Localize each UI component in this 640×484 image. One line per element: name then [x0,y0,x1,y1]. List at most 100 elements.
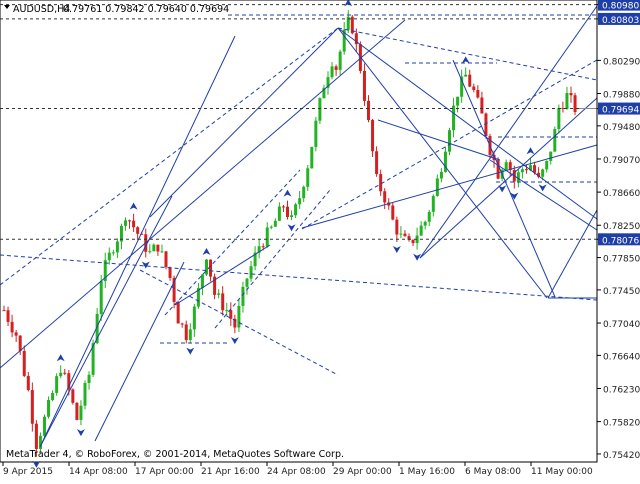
candle-body [128,220,132,222]
candle-body [545,160,549,170]
candle-body [541,169,545,177]
candle-body [573,95,577,113]
candle-body [330,66,334,78]
candle-body [132,220,136,228]
candle-body [43,416,46,436]
candle-body [63,372,67,374]
candle-body [452,105,456,131]
candle-body [427,211,431,222]
time-tick-label: 29 Apr 00:00 [333,467,392,477]
candle [318,97,322,124]
candle [205,259,208,276]
chart-symbol: AUDUSD,H4 [13,4,70,15]
price-tick-label: 0.77850 [603,255,640,265]
candle-body [249,266,253,279]
candle-body [168,267,172,278]
candle-body [569,93,573,96]
candle-body [516,172,520,182]
chart-ohlc: 0.79761 0.79842 0.79640 0.79694 [63,4,229,15]
candle-body [298,198,302,205]
candle-body [261,246,265,248]
candle-body [362,70,366,101]
candle-body [124,220,127,226]
candle-body [549,151,553,161]
candle-body [34,423,38,449]
candle-body [468,74,472,87]
candle-body [371,120,375,152]
price-chart: 0.80980 0.80803 0.80290 0.79880 0.79694 0.794… [0,0,640,480]
candle-body [403,233,407,237]
candle [310,146,314,169]
candle-body [286,206,289,218]
candle-body [265,227,269,247]
price-tick-label: 0.76640 [603,352,640,362]
candle [164,250,168,270]
time-tick-label: 17 Apr 00:00 [135,467,194,477]
candle-body [302,186,306,199]
candle-body [99,281,103,314]
candle-body [290,215,294,218]
candle [71,388,75,405]
candle-body [160,251,164,253]
candle-body [51,392,55,401]
candle-body [225,310,229,312]
candle-body [180,323,184,325]
candle-body [22,350,26,376]
candle-body [192,306,196,330]
time-tick-label: 9 Apr 2015 [3,467,53,477]
candle-body [107,252,111,261]
candle-body [164,251,168,268]
candle [314,117,318,152]
candle-body [184,324,188,341]
candle-body [504,162,508,170]
candle-body [75,402,79,420]
candle-body [217,293,221,295]
price-tick-label: 0.79880 [603,91,640,101]
price-tick-label: 0.75420 [603,451,640,461]
candle [43,414,46,438]
candle-body [59,372,63,377]
chart-header: AUDUSD,H4 0.79761 0.79842 0.79640 0.7969… [4,4,229,15]
candle-body [464,74,468,77]
time-tick-label: 11 May 00:00 [531,467,593,477]
candle-body [419,225,423,236]
candle-body [423,221,427,226]
candle-body [71,389,75,403]
candle-body [472,86,476,91]
candle [448,127,451,156]
candle-body [10,321,14,333]
price-tick-label: 0.77040 [603,320,640,330]
price-tick-label: 0.77450 [603,287,640,297]
candle-body [6,310,10,322]
candle-body [435,178,439,196]
candle-body [391,205,395,220]
price-label: 0.80803 [602,16,639,26]
candle-body [245,278,249,287]
price-tick-label: 0.78660 [603,189,640,199]
candle-body [379,174,383,192]
candle [75,402,79,421]
price-tick-label: 0.80290 [603,57,640,67]
candle-body [476,90,480,98]
time-tick-label: 6 May 08:00 [465,467,521,477]
time-tick-label: 1 May 16:00 [399,467,455,477]
candle-body [47,400,51,417]
candle-body [209,259,213,277]
candle-body [480,97,484,114]
time-tick-label: 24 Apr 08:00 [267,467,326,477]
candle-body [557,108,561,130]
candle [55,373,59,396]
chart-root: 0.80980 0.80803 0.80290 0.79880 0.79694 0.794… [0,0,640,480]
candle-body [520,169,524,173]
candle [573,92,577,116]
candle-body [237,305,241,328]
candle-body [431,195,435,212]
watermark: MetaTrader 4, © RoboForex, © 2001-2014, … [6,449,344,460]
candle-body [55,376,59,393]
candle-body [294,204,298,216]
candle-body [524,169,528,171]
candle-body [334,66,338,70]
candle-body [448,130,451,152]
candle-body [115,241,119,253]
price-label: 0.80980 [602,2,639,12]
